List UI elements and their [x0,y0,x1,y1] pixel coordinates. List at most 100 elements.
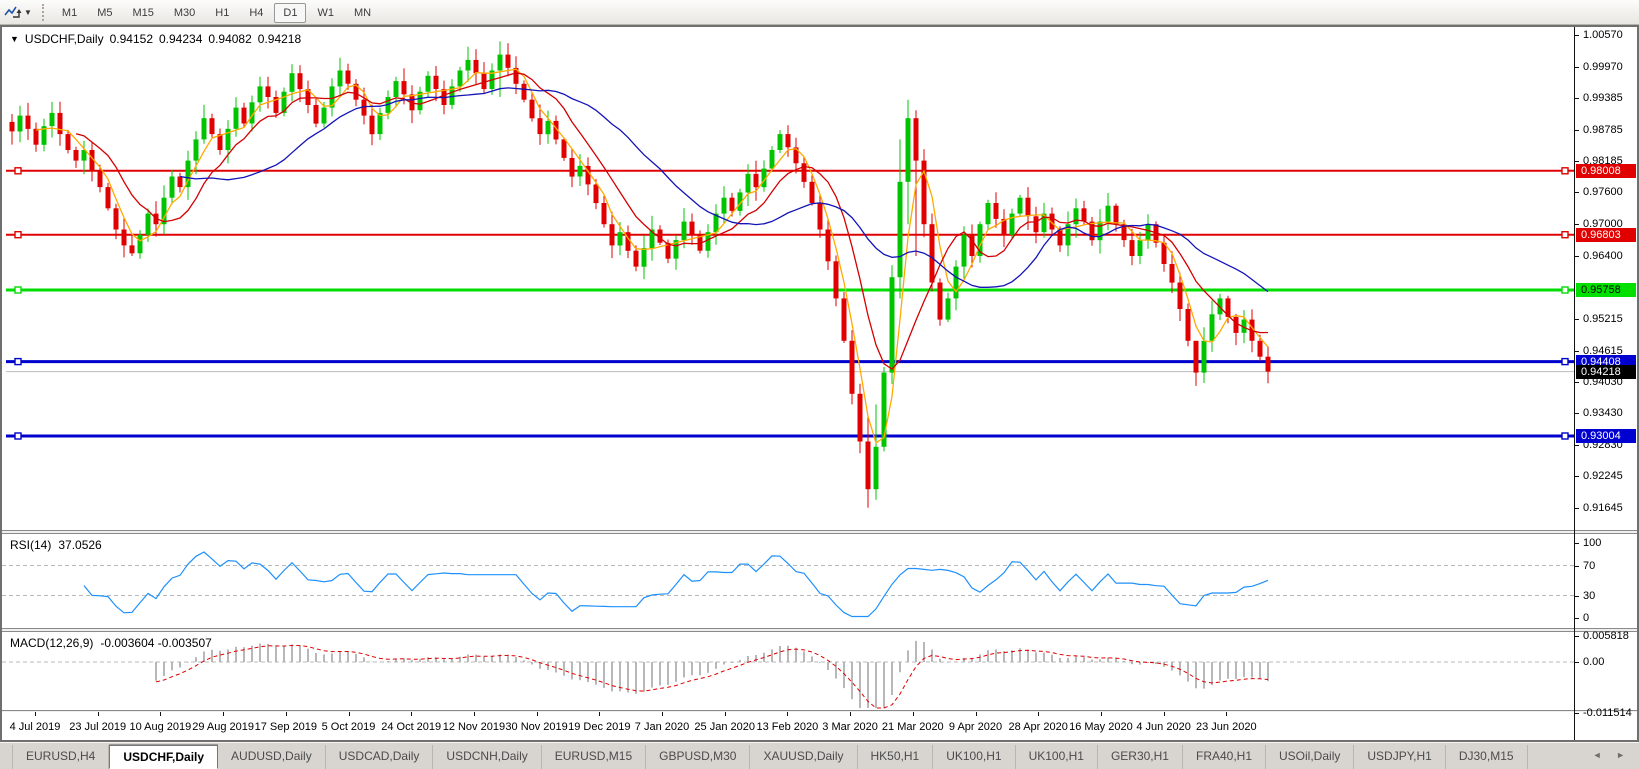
price-axis[interactable]: 1.00570 0.99970 0.99385 0.98785 0.98185 0.976… [1574,27,1637,740]
chart-tab-eurusd-m15[interactable]: EURUSD,M15 [542,744,647,769]
axis-tick-mark [1575,66,1579,68]
timeframe-button-d1[interactable]: D1 [274,3,307,23]
macd-axis-label: -0.011514 [1583,707,1632,720]
chart-tab-usoil-daily[interactable]: USOil,Daily [1266,744,1355,769]
price-axis-label: 1.00570 [1583,29,1623,41]
date-axis-label: 23 Jul 2019 [69,721,127,733]
toolbar-grip[interactable] [41,3,44,21]
date-axis-label: 7 Jan 2020 [634,721,690,733]
timeframe-button-m15[interactable]: M15 [123,3,162,23]
timeframe-button-m5[interactable]: M5 [88,3,121,23]
date-tick-mark [662,712,663,716]
chart-tab-eurusd-h4[interactable]: EURUSD,H4 [12,744,110,769]
chart-tab-fra40-h1[interactable]: FRA40,H1 [1183,744,1267,769]
timeframe-button-h4[interactable]: H4 [240,3,272,23]
chart-tab-usdcnh-daily[interactable]: USDCNH,Daily [433,744,542,769]
date-tick-mark [850,712,852,716]
chart-tab-ger30-h1[interactable]: GER30,H1 [1098,744,1183,769]
chart-tab-bar: EURUSD,H4 USDCHF,Daily AUDUSD,Daily USDCAD,… [0,742,1639,769]
price-axis-label: 0.93430 [1583,407,1623,420]
date-tick-mark [348,712,350,716]
chart-tab-dj30-m15[interactable]: DJ30,M15 [1446,744,1528,769]
price-axis-label: 0.98785 [1583,123,1623,136]
date-tick-mark [599,712,601,716]
moving-average-line [75,72,1269,370]
level-line-handle[interactable] [14,230,22,239]
chart-tab-uk100-h1[interactable]: UK100,H1 [933,744,1016,769]
timeframe-toolbar: ▼ M1 M5 M15 M30 H1 H4 D1 W1 MN [0,0,1639,25]
price-chart-canvas[interactable] [2,27,1574,530]
ohlc-readout[interactable]: ▼ USDCHF,Daily 0.94152 0.94234 0.94082 0… [10,32,301,46]
chart-mode-caret-icon[interactable]: ▼ [24,8,32,17]
level-lines-group [6,167,1574,440]
macd-signal-line [155,644,1269,709]
chart-tab-uk100-h1[interactable]: UK100,H1 [1016,744,1098,769]
chart-mode-icon[interactable] [4,4,22,20]
timeframe-button-mn[interactable]: MN [345,3,380,23]
date-axis-label: 13 Feb 2020 [756,721,819,733]
timeframe-button-w1[interactable]: W1 [308,3,343,23]
price-axis-label: 0.96400 [1583,250,1623,262]
rsi-axis-label: 30 [1583,589,1596,602]
axis-tick-mark [1575,192,1579,194]
level-line-handle[interactable] [1561,286,1569,294]
candles-group [9,41,1271,508]
macd-indicator-canvas[interactable] [2,632,1574,710]
level-line-handle[interactable] [1561,432,1569,440]
price-level-badge: 0.95758 [1576,283,1636,298]
mt4-application: ▼ M1 M5 M15 M30 H1 H4 D1 W1 MN ▼ USDCHF,Daily 0.… [0,0,1639,769]
date-axis-label: 28 Apr 2020 [1008,721,1068,733]
symbol-caret-icon[interactable]: ▼ [10,34,19,44]
date-axis-label: 9 Apr 2020 [948,721,1003,733]
open-value: 0.94152 [109,32,153,46]
macd-histogram [155,640,1269,708]
level-line-handle[interactable] [14,286,22,294]
date-tick-mark [724,712,726,716]
level-line-handle[interactable] [1561,357,1569,366]
date-tick-mark [787,712,789,716]
axis-tick-mark [1575,445,1579,447]
date-tick-mark [35,712,36,716]
date-axis-label: 25 Jan 2020 [694,721,755,733]
date-axis-label: 16 May 2020 [1069,721,1133,733]
rsi-indicator-label: RSI(14) 37.0526 [10,538,102,552]
chart-tab-usdcad-daily[interactable]: USDCAD,Daily [326,744,434,769]
chart-tab-usdjpy-h1[interactable]: USDJPY,H1 [1354,744,1446,769]
chart-tab-gbpusd-m30[interactable]: GBPUSD,M30 [646,744,751,769]
date-tick-mark [411,712,413,716]
chart-tab-usdchf-daily[interactable]: USDCHF,Daily [109,744,219,769]
rsi-axis-label: 70 [1583,559,1596,572]
date-tick-mark [473,712,475,716]
macd-name: MACD(12,26,9) [10,636,94,650]
timeframe-buttons: M1 M5 M15 M30 H1 H4 D1 W1 MN [52,3,381,23]
price-axis-label: 0.95215 [1583,312,1623,325]
level-line-handle[interactable] [14,432,22,440]
tab-scroll-arrows[interactable]: ◄ ► [1593,750,1631,760]
rsi-value: 37.0526 [58,538,102,552]
axis-tick-mark [1575,713,1579,715]
level-line-handle[interactable] [1561,167,1569,175]
chart-tab-xauusd-daily[interactable]: XAUUSD,Daily [750,744,858,769]
price-axis-label: 0.92245 [1583,470,1623,483]
date-axis[interactable]: 4 Jul 2019 23 Jul 2019 10 Aug 2019 29 Aug 2… [2,712,1574,740]
date-axis-label: 21 Mar 2020 [881,721,944,733]
timeframe-button-m30[interactable]: M30 [165,3,204,23]
date-tick-mark [1100,712,1102,716]
date-axis-label: 4 Jun 2020 [1136,721,1191,733]
level-line-handle[interactable] [14,357,22,366]
rsi-indicator-canvas[interactable] [2,534,1574,628]
level-line-handle[interactable] [14,167,22,175]
timeframe-button-m1[interactable]: M1 [53,3,86,23]
axis-tick-mark [1575,35,1579,36]
date-axis-label: 3 Mar 2020 [822,721,878,733]
level-line-handle[interactable] [1561,230,1569,239]
macd-values: -0.003604 -0.003507 [100,636,212,650]
axis-tick-mark [1575,129,1579,131]
timeframe-button-h1[interactable]: H1 [206,3,238,23]
chart-tab-hk50-h1[interactable]: HK50,H1 [858,744,934,769]
chart-tab-audusd-daily[interactable]: AUDUSD,Daily [218,744,326,769]
axis-tick-mark [1575,618,1579,619]
date-axis-label: 17 Sep 2019 [254,721,317,733]
axis-tick-mark [1575,224,1579,226]
price-axis-label: 0.97600 [1583,186,1623,199]
